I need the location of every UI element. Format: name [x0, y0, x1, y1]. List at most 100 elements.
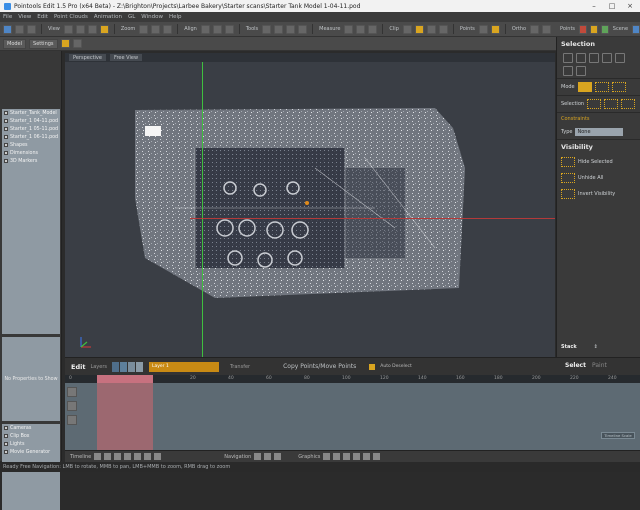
menu-window[interactable]: Window: [141, 14, 163, 20]
menu-point-clouds[interactable]: Point Clouds: [54, 14, 88, 20]
target-icon[interactable]: [286, 24, 296, 34]
layer-swatches[interactable]: [111, 361, 144, 372]
sphere-select-icon[interactable]: [576, 66, 586, 76]
menu-gl[interactable]: GL: [128, 14, 135, 20]
display-icon[interactable]: [373, 453, 381, 460]
visibility-checkbox[interactable]: [4, 151, 8, 155]
play-icon[interactable]: [94, 453, 102, 460]
layer-swatch[interactable]: [127, 361, 136, 372]
menu-animation[interactable]: Animation: [94, 14, 122, 20]
zoom-out-icon[interactable]: [151, 24, 161, 34]
ortho-icon[interactable]: [530, 24, 540, 34]
zoom-extents-icon[interactable]: [163, 24, 173, 34]
fill-select-icon[interactable]: [563, 66, 573, 76]
scene-icon[interactable]: [632, 24, 640, 34]
visibility-checkbox[interactable]: [4, 119, 8, 123]
undo-icon[interactable]: [27, 24, 36, 34]
unhide-all-row[interactable]: Unhide All: [557, 170, 640, 186]
timeline-range[interactable]: [97, 383, 153, 450]
pan-icon[interactable]: [264, 453, 272, 460]
tree-item[interactable]: Starter_1 05-11.pod: [2, 125, 60, 133]
plane-select-icon[interactable]: [615, 53, 625, 63]
visibility-checkbox[interactable]: [4, 127, 8, 131]
brush-icon[interactable]: [274, 24, 284, 34]
visibility-checkbox[interactable]: [4, 159, 8, 163]
type-select[interactable]: None: [575, 128, 624, 136]
view-side-icon[interactable]: [87, 24, 97, 34]
menu-help[interactable]: Help: [169, 14, 182, 20]
layer-swatch[interactable]: [135, 361, 144, 372]
maximize-button[interactable]: □: [604, 1, 620, 10]
tree-item[interactable]: Cameras: [2, 424, 60, 432]
ruler-icon[interactable]: [344, 24, 354, 34]
menu-edit[interactable]: Edit: [37, 14, 48, 20]
track-handle[interactable]: [67, 415, 77, 425]
3d-viewport[interactable]: Perspective Free View: [65, 53, 555, 357]
move-icon[interactable]: [224, 24, 234, 34]
tree-item[interactable]: Lights: [2, 440, 60, 448]
invert-select-icon[interactable]: [621, 99, 636, 109]
tree-item[interactable]: Starter_Tank_Model: [2, 109, 60, 117]
layer-swatch[interactable]: [111, 361, 120, 372]
tree-item[interactable]: 3D Markers: [2, 157, 60, 165]
tree-item[interactable]: Clip Box: [2, 432, 60, 440]
auto-deselect-checkbox[interactable]: [369, 363, 376, 370]
settings-button[interactable]: Settings: [29, 38, 58, 49]
select-tab[interactable]: Select: [565, 362, 586, 369]
timeline-range-header[interactable]: [97, 375, 153, 383]
record-icon[interactable]: [124, 453, 132, 460]
hand-icon[interactable]: [402, 24, 412, 34]
stop-icon[interactable]: [144, 453, 152, 460]
mode-intersect-icon[interactable]: [611, 82, 626, 92]
visibility-checkbox[interactable]: [4, 434, 8, 438]
unhide-all-icon[interactable]: [561, 173, 575, 183]
tree-item[interactable]: Dimensions: [2, 149, 60, 157]
minimize-button[interactable]: –: [586, 1, 602, 10]
invert-visibility-row[interactable]: Invert Visibility: [557, 186, 640, 202]
layers-icon[interactable]: [60, 39, 70, 48]
visibility-checkbox[interactable]: [4, 426, 8, 430]
fog-icon[interactable]: [353, 453, 361, 460]
mode-subtract-icon[interactable]: [594, 82, 609, 92]
visibility-checkbox[interactable]: [4, 442, 8, 446]
save-icon[interactable]: [15, 24, 24, 34]
angle-icon[interactable]: [356, 24, 366, 34]
menu-view[interactable]: View: [18, 14, 31, 20]
shading-icon[interactable]: [333, 453, 341, 460]
lights-icon[interactable]: [343, 453, 351, 460]
poly-select-icon[interactable]: [576, 53, 586, 63]
hide-selected-icon[interactable]: [561, 157, 575, 167]
forward-icon[interactable]: [114, 453, 122, 460]
visibility-checkbox[interactable]: [4, 450, 8, 454]
paint-tab[interactable]: Paint: [592, 362, 607, 369]
mode-add-icon[interactable]: [577, 82, 592, 92]
brush-select-icon[interactable]: [602, 53, 612, 63]
hide-selected-row[interactable]: Hide Selected: [557, 154, 640, 170]
loop-icon[interactable]: [134, 453, 142, 460]
view-top-icon[interactable]: [75, 24, 85, 34]
grid-icon[interactable]: [542, 24, 552, 34]
align-icon[interactable]: [200, 24, 210, 34]
deselect-icon[interactable]: [604, 99, 619, 109]
track-handle[interactable]: [67, 387, 77, 397]
orbit-icon[interactable]: [254, 453, 262, 460]
layer-swatch[interactable]: [119, 361, 128, 372]
render-icon[interactable]: [323, 453, 331, 460]
section-icon[interactable]: [438, 24, 448, 34]
open-icon[interactable]: [3, 24, 12, 34]
pick-icon[interactable]: [368, 24, 378, 34]
rect-select-icon[interactable]: [563, 53, 573, 63]
tree-item[interactable]: Starter_1 06-11.pod: [2, 133, 60, 141]
zoom-in-icon[interactable]: [139, 24, 149, 34]
pencil-icon[interactable]: [262, 24, 272, 34]
points-icon[interactable]: [478, 24, 488, 34]
camera-dropdown[interactable]: Perspective: [69, 54, 106, 61]
visibility-checkbox[interactable]: [4, 135, 8, 139]
invert-visibility-icon[interactable]: [561, 189, 575, 199]
points-toggle-icon[interactable]: [490, 24, 500, 34]
settings-icon[interactable]: [298, 24, 308, 34]
tree-item[interactable]: Movie Generator: [2, 448, 60, 456]
light-icon[interactable]: [414, 24, 424, 34]
view-front-icon[interactable]: [63, 24, 73, 34]
view-dropdown[interactable]: Free View: [109, 54, 143, 61]
